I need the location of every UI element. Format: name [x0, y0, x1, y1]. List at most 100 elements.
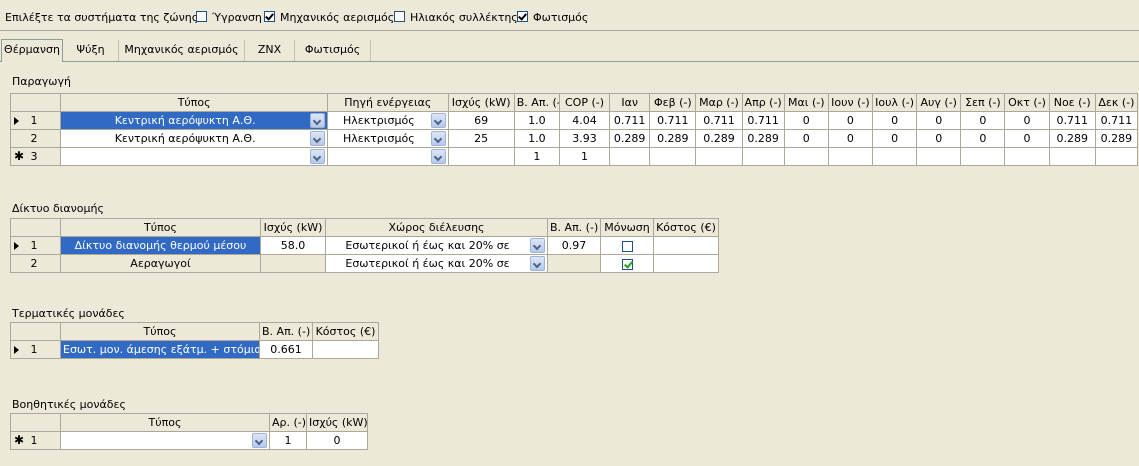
row-header[interactable]: 1	[9, 111, 62, 130]
checkbox-lighting-label[interactable]: Φωτισμός	[533, 11, 588, 24]
table-cell[interactable]: 25	[447, 129, 515, 148]
type-combo[interactable]: Κεντρική αερόψυκτη Α.Θ.	[60, 111, 329, 130]
table-cell[interactable]: 0.661	[259, 340, 313, 359]
table-cell[interactable]	[827, 147, 874, 166]
table-cell[interactable]: 0.711	[609, 111, 651, 130]
table-cell[interactable]	[649, 147, 697, 166]
table-cell[interactable]: 0	[916, 129, 962, 148]
column-header[interactable]: Τύπος	[60, 413, 270, 432]
table-cell[interactable]: 69	[447, 111, 515, 130]
column-header[interactable]: Χώρος διέλευσης	[325, 218, 548, 237]
table-cell[interactable]: 1.0	[513, 111, 560, 130]
table-cell[interactable]	[609, 147, 651, 166]
table-cell[interactable]	[447, 147, 515, 166]
table-cell[interactable]: 0.289	[695, 129, 743, 148]
table-cell[interactable]: 0.711	[741, 111, 785, 130]
checkbox-solar-collector-label[interactable]: Ηλιακός συλλέκτης	[410, 11, 518, 24]
table-cell[interactable]	[1048, 147, 1096, 166]
column-header[interactable]: Ιουν (-)	[827, 93, 874, 112]
table-cell[interactable]: 1	[269, 431, 307, 450]
tab-mechanical-ventilation[interactable]: Μηχανικός αερισμός	[119, 40, 245, 61]
column-header[interactable]: Ισχύς (kW)	[260, 218, 326, 237]
column-header[interactable]: Τύπος	[60, 93, 329, 112]
table-cell[interactable]: Εσωτ. μον. άμεσης εξάτμ. + στόμια	[60, 340, 260, 359]
row-header[interactable]: 2	[9, 129, 62, 148]
column-header[interactable]: Φεβ (-)	[649, 93, 697, 112]
table-cell[interactable]: 1.0	[513, 129, 560, 148]
table-cell[interactable]: 1	[513, 147, 560, 166]
insulation-checkbox[interactable]	[621, 240, 633, 252]
energy-source-combo[interactable]: Ηλεκτρισμός	[327, 129, 449, 148]
insulation-cell[interactable]	[600, 236, 654, 255]
table-cell[interactable]: 0	[916, 111, 962, 130]
table-cell[interactable]: 0	[827, 129, 874, 148]
type-combo[interactable]: Κεντρική αερόψυκτη Α.Θ.	[60, 129, 329, 148]
chevron-down-icon[interactable]	[252, 433, 267, 448]
chevron-down-icon[interactable]	[310, 131, 326, 146]
table-cell[interactable]: 0	[1004, 129, 1050, 148]
tab-heating[interactable]: Θέρμανση	[1, 39, 63, 62]
chevron-down-icon[interactable]	[430, 149, 446, 164]
table-cell[interactable]: 0.711	[649, 111, 697, 130]
table-cell[interactable]: 0.711	[1048, 111, 1096, 130]
checkbox-solar-collector[interactable]	[394, 11, 405, 22]
checkbox-mechanical-ventilation[interactable]	[264, 11, 275, 22]
chevron-down-icon[interactable]	[310, 149, 326, 164]
checkbox-humidification[interactable]	[196, 11, 207, 22]
chevron-down-icon[interactable]	[430, 113, 446, 128]
table-cell[interactable]	[960, 147, 1006, 166]
row-header[interactable]: ✱ 1	[10, 431, 61, 450]
energy-source-combo[interactable]: Ηλεκτρισμός	[327, 111, 449, 130]
table-cell[interactable]: 0	[827, 111, 874, 130]
insulation-checkbox[interactable]	[621, 258, 633, 270]
table-cell[interactable]: 0.289	[741, 129, 785, 148]
table-cell[interactable]: 3.93	[558, 129, 611, 148]
space-combo[interactable]: Εσωτερικοί ή έως και 20% σε	[325, 254, 548, 273]
chevron-down-icon[interactable]	[310, 113, 326, 128]
column-header[interactable]: Ιαν	[609, 93, 651, 112]
row-header[interactable]: ✱ 3	[9, 147, 62, 166]
table-cell[interactable]	[871, 147, 918, 166]
column-header[interactable]: Αρ. (-)	[269, 413, 307, 432]
table-cell[interactable]: 0.711	[1094, 111, 1139, 130]
table-cell[interactable]: 0	[306, 431, 368, 450]
column-header[interactable]: Τύπος	[60, 322, 260, 341]
table-cell[interactable]	[312, 340, 379, 359]
type-combo[interactable]	[60, 147, 329, 166]
column-header[interactable]: Β. Απ. (-)	[547, 218, 601, 237]
column-header[interactable]: Κόστος (€)	[312, 322, 379, 341]
table-cell[interactable]: 0.97	[547, 236, 601, 255]
space-combo[interactable]: Εσωτερικοί ή έως και 20% σε	[325, 236, 548, 255]
tab-cooling[interactable]: Ψύξη	[63, 40, 119, 61]
chevron-down-icon[interactable]	[530, 256, 545, 271]
column-header[interactable]: Β. Απ. (-)	[513, 93, 560, 112]
table-cell[interactable]	[916, 147, 962, 166]
table-cell[interactable]: 0.289	[609, 129, 651, 148]
column-header[interactable]: Αυγ (-)	[916, 93, 962, 112]
table-cell[interactable]: 0	[960, 111, 1006, 130]
row-header[interactable]: 1	[10, 236, 61, 255]
column-header[interactable]: Απρ (-)	[741, 93, 785, 112]
column-header[interactable]: Σεπ (-)	[960, 93, 1006, 112]
table-cell[interactable]: 0	[783, 129, 829, 148]
table-cell[interactable]: 58.0	[260, 236, 326, 255]
checkbox-lighting[interactable]	[517, 11, 528, 22]
table-cell[interactable]	[547, 254, 601, 273]
column-header[interactable]: Β. Απ. (-)	[259, 322, 313, 341]
table-cell[interactable]: 1	[558, 147, 611, 166]
checkbox-mechanical-ventilation-label[interactable]: Μηχανικός αερισμός	[280, 11, 394, 24]
column-header[interactable]: Πηγή ενέργειας	[327, 93, 449, 112]
chevron-down-icon[interactable]	[530, 238, 545, 253]
table-cell[interactable]: 0	[783, 111, 829, 130]
column-header[interactable]: Ισχύς (kW)	[447, 93, 515, 112]
table-cell[interactable]: Δίκτυο διανομής θερμού μέσου	[60, 236, 261, 255]
table-cell[interactable]: 0	[1004, 111, 1050, 130]
table-cell[interactable]	[653, 236, 719, 255]
table-cell[interactable]	[1004, 147, 1050, 166]
column-header[interactable]: Κόστος (€)	[653, 218, 719, 237]
checkbox-humidification-label[interactable]: Ύγρανση	[212, 11, 262, 24]
column-header[interactable]: Δεκ (-)	[1094, 93, 1139, 112]
row-header[interactable]: 1	[10, 340, 61, 359]
column-header[interactable]: Μαρ (-)	[695, 93, 743, 112]
column-header[interactable]: Νοε (-)	[1048, 93, 1096, 112]
